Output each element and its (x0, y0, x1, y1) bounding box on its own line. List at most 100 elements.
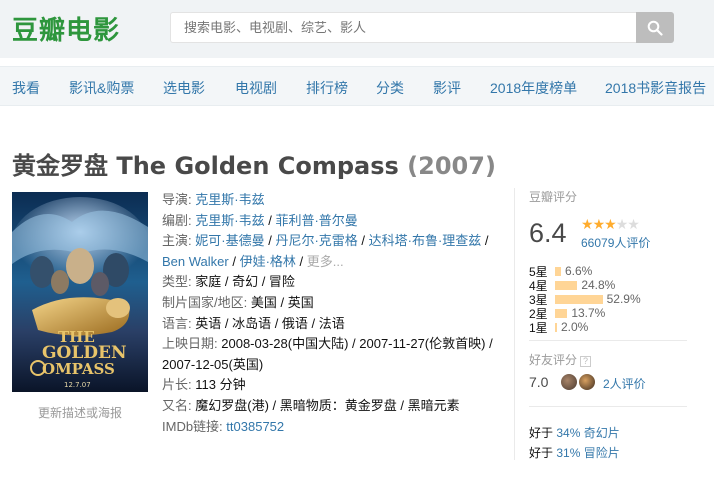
nav-item-explore-movies[interactable]: 选电影 (163, 78, 205, 98)
nav-item-tv[interactable]: 电视剧 (235, 78, 277, 98)
runtime-row: 片长: 113 分钟 (162, 375, 502, 396)
cast-link[interactable]: 妮可·基德曼 (195, 233, 264, 248)
genre-value: 家庭 / 奇幻 / 冒险 (195, 274, 295, 290)
nav-item-showtimes[interactable]: 影讯&购票 (69, 78, 134, 98)
rating-dist-percent: 6.6% (564, 264, 593, 278)
douban-movie-logo[interactable]: 豆瓣电影 (12, 10, 120, 47)
cast-more-link[interactable]: 更多... (307, 254, 344, 269)
rating-score: 6.4 (529, 218, 567, 248)
friend-rating-label: 好友评分? (529, 351, 592, 368)
help-icon[interactable]: ? (580, 356, 592, 367)
movie-title: 黄金罗盘 The Golden Compass (12, 152, 399, 180)
star-empty-icon: ★ (615, 216, 629, 232)
better-than-row: 好于 31% 冒险片 (529, 446, 620, 460)
language-value: 英语 / 冰岛语 / 俄语 / 法语 (195, 315, 345, 331)
rating-distribution: 5星 6.6% 4星 24.8% 3星 52.9% 2星 13.7% 1星 2.0% (529, 264, 689, 335)
rating-label: 豆瓣评分 (529, 190, 578, 204)
star-filled-icon: ★ (604, 216, 617, 232)
country-label: 制片国家/地区: (162, 294, 248, 310)
rating-dist-label: 1星 (529, 320, 548, 335)
release-label: 上映日期: (162, 336, 218, 352)
release-date: 2008-03-28(中国大陆) (221, 336, 349, 352)
avatar[interactable] (579, 374, 595, 390)
avatar[interactable] (561, 374, 577, 390)
rating-dist-percent: 24.8% (581, 278, 616, 292)
cast-row-cont: Ben Walker / 伊娃·格林 / 更多... (162, 253, 344, 269)
writer-label: 编剧 (162, 212, 189, 228)
nav-item-categories[interactable]: 分类 (376, 78, 404, 98)
imdb-label: IMDb链接: (162, 418, 223, 434)
language-label: 语言: (162, 315, 192, 331)
svg-text:OMPASS: OMPASS (42, 360, 115, 378)
cast-row: 主演: 妮可·基德曼 / 丹尼尔·克雷格 / 达科塔·布鲁·理查兹 / (162, 233, 489, 249)
director-label: 导演 (162, 192, 189, 207)
release-date: 2007-12-05(英国) (162, 356, 264, 372)
rating-dist-bar (555, 294, 603, 304)
cast-link[interactable]: 伊娃·格林 (240, 254, 296, 269)
rating-votes-link[interactable]: 66079人评价 (581, 234, 650, 251)
writer-link[interactable]: 克里斯·韦兹 (195, 213, 264, 228)
star-empty-icon: ★ (627, 216, 640, 232)
search-input[interactable] (171, 13, 636, 42)
aka-row: 又名: 魔幻罗盘(港) / 黑暗物质：黄金罗盘 / 黑暗元素 (162, 396, 502, 417)
cast-link[interactable]: 达科塔·布鲁·理查兹 (369, 233, 482, 248)
better-than-row: 好于 34% 奇幻片 (529, 426, 620, 440)
cast-link[interactable]: 丹尼尔·克雷格 (275, 233, 357, 248)
runtime-value: 113 分钟 (195, 377, 246, 393)
better-than-fantasy-link[interactable]: 34% 奇幻片 (556, 426, 619, 440)
rating-dist-percent: 13.7% (571, 306, 606, 320)
genre-label: 类型: (162, 274, 192, 290)
rating-dist-bar (555, 308, 568, 318)
nav-item-charts[interactable]: 排行榜 (306, 78, 348, 98)
nav-item-2018-annual-list[interactable]: 2018年度榜单 (490, 78, 577, 98)
main-nav: 我看 影讯&购票 选电影 电视剧 排行榜 分类 影评 2018年度榜单 2018… (0, 66, 714, 106)
cast-label: 主演 (162, 233, 189, 249)
country-value: 美国 / 英国 (250, 294, 314, 310)
rating-dist-row: 1星 2.0% (529, 320, 689, 335)
nav-item-reviews[interactable]: 影评 (433, 78, 461, 98)
rating-dist-bar (555, 280, 578, 290)
star-filled-icon: ★ (581, 216, 594, 232)
friend-score: 7.0 (529, 374, 549, 390)
search-icon (647, 20, 663, 36)
movie-year: (2007) (407, 152, 496, 180)
movie-info: 导演: 克里斯·韦兹 编剧: 克里斯·韦兹 / 菲利普·普尔曼 主演: 妮可·基… (162, 190, 502, 437)
rating-panel: 豆瓣评分 6.4 ★★★★★ 66079人评价 5星 6.6% 4星 24.8% 3星 5… (514, 188, 689, 460)
search-button[interactable] (636, 12, 674, 43)
aka-label: 又名: (162, 397, 192, 413)
rating-dist-bar (555, 266, 561, 276)
release-date: 2007-11-27(伦敦首映) (359, 336, 486, 352)
rating-dist-percent: 2.0% (561, 320, 589, 334)
star-filled-icon: ★ (592, 216, 606, 232)
better-than-adventure-link[interactable]: 31% 冒险片 (556, 446, 619, 460)
writer-link[interactable]: 菲利普·普尔曼 (275, 213, 357, 228)
release-row-cont: 2007-12-05(英国) (162, 355, 502, 376)
cast-link[interactable]: Ben Walker (162, 254, 229, 269)
rating-stars: ★★★★★ (581, 216, 640, 233)
poster-image: THE GOLDEN OMPASS 12.7.07 (12, 192, 148, 392)
director-row: 导演: 克里斯·韦兹 (162, 192, 265, 207)
writer-row: 编剧: 克里斯·韦兹 / 菲利普·普尔曼 (162, 212, 358, 228)
divider (529, 340, 687, 341)
imdb-link[interactable]: tt0385752 (226, 419, 284, 434)
update-poster-link[interactable]: 更新描述或海报 (38, 404, 122, 421)
nav-item-mine[interactable]: 我看 (12, 78, 40, 98)
divider (529, 406, 687, 407)
search-box[interactable] (170, 12, 636, 43)
svg-text:12.7.07: 12.7.07 (64, 381, 91, 389)
director-link[interactable]: 克里斯·韦兹 (195, 192, 264, 207)
rating-dist-bar (555, 322, 557, 332)
country-row: 制片国家/地区: 美国 / 英国 (162, 293, 502, 314)
nav-item-2018-report[interactable]: 2018书影音报告 (605, 78, 706, 98)
rating-dist-percent: 52.9% (606, 292, 641, 306)
language-row: 语言: 英语 / 冰岛语 / 俄语 / 法语 (162, 314, 502, 335)
release-row: 上映日期: 2008-03-28(中国大陆) / 2007-11-27(伦敦首映… (162, 336, 493, 352)
imdb-row: IMDb链接: tt0385752 (162, 417, 502, 438)
runtime-label: 片长: (162, 377, 192, 393)
movie-poster[interactable]: THE GOLDEN OMPASS 12.7.07 (12, 192, 148, 392)
friend-avatars (561, 374, 597, 390)
page-title: 黄金罗盘 The Golden Compass (2007) (12, 146, 496, 181)
aka-value: 魔幻罗盘(港) / 黑暗物质：黄金罗盘 / 黑暗元素 (195, 397, 460, 413)
friend-votes-link[interactable]: 2人评价 (603, 375, 646, 392)
top-bar: 豆瓣电影 (0, 0, 714, 58)
